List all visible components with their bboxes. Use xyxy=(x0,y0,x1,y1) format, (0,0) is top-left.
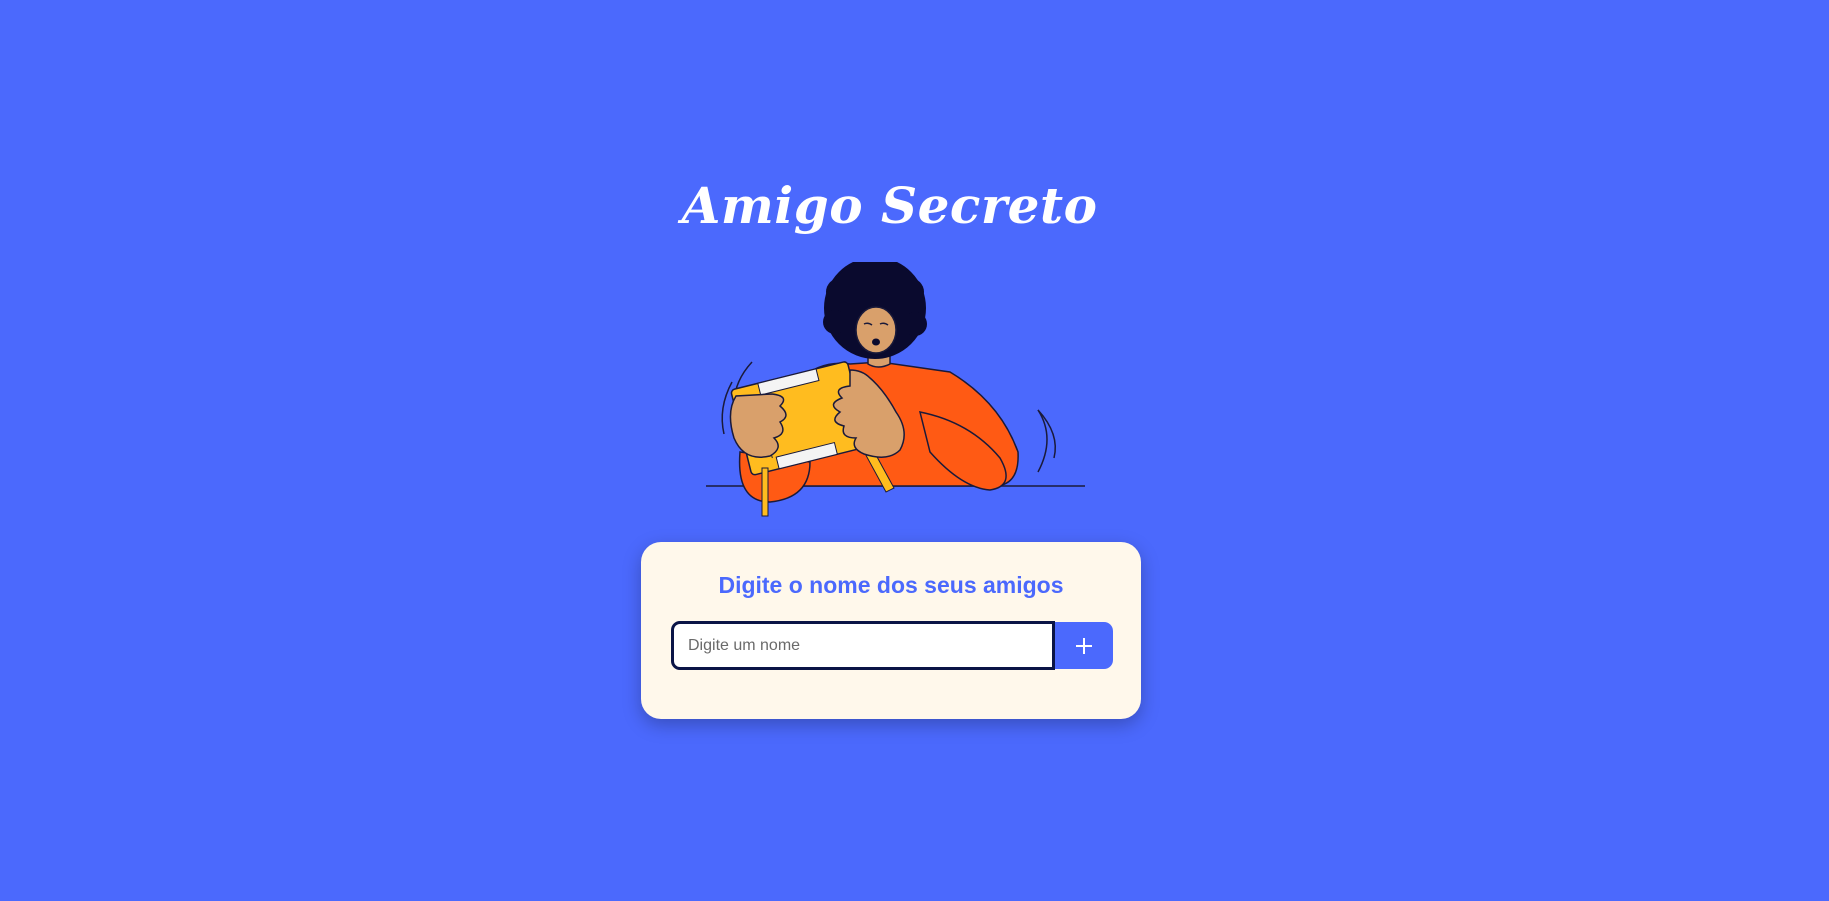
card-heading: Digite o nome dos seus amigos xyxy=(718,572,1064,598)
plus-icon xyxy=(1076,637,1092,654)
name-input[interactable] xyxy=(671,621,1055,670)
page: Amigo Secreto Digite o nome dos seus ami… xyxy=(0,0,1829,901)
person-shaking-gift-illustration xyxy=(706,262,1085,517)
add-friend-button[interactable] xyxy=(1055,622,1113,669)
friend-entry-card: Digite o nome dos seus amigos xyxy=(641,542,1141,719)
page-title: Amigo Secreto xyxy=(681,176,1098,235)
name-input-row xyxy=(671,621,1113,670)
